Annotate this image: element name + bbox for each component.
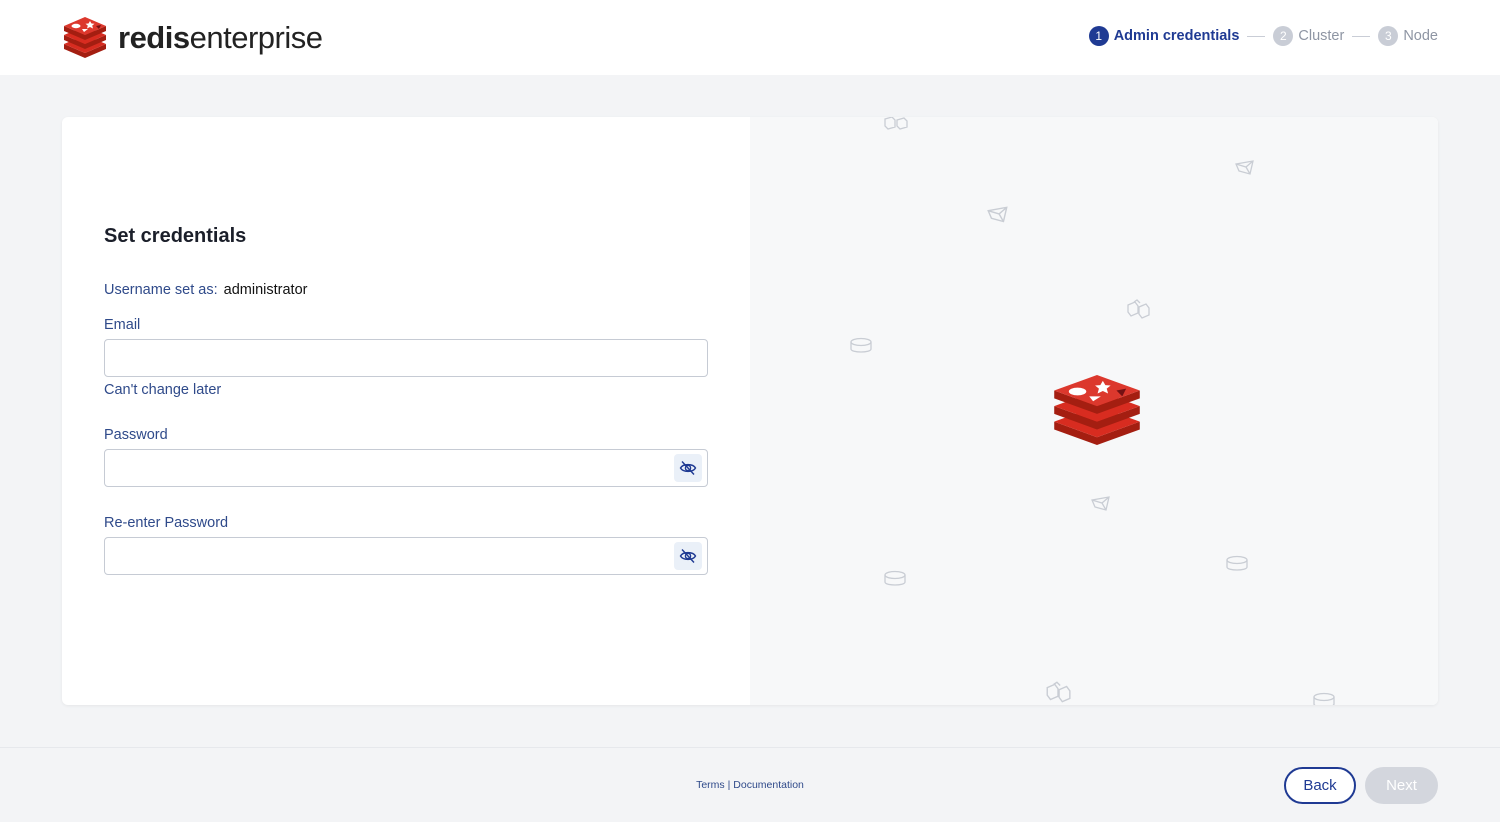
database-disk-icon bbox=[884, 570, 906, 586]
step-label: Cluster bbox=[1298, 28, 1345, 44]
reenter-password-label: Re-enter Password bbox=[104, 515, 229, 531]
redis-enterprise-logo: redisenterprise bbox=[62, 16, 323, 58]
username-value: administrator bbox=[223, 282, 308, 298]
step-node: 3 Node bbox=[1378, 26, 1438, 46]
top-header: redisenterprise 1 Admin credentials 2 Cl… bbox=[0, 0, 1500, 75]
scattered-blocks-icon bbox=[1127, 299, 1150, 319]
next-button[interactable]: Next bbox=[1365, 767, 1438, 804]
illustration-panel bbox=[750, 117, 1438, 705]
wedge-shape-icon bbox=[1091, 496, 1110, 511]
scattered-blocks-icon bbox=[884, 117, 908, 130]
scattered-blocks-icon bbox=[1046, 681, 1071, 703]
footer-links: Terms | Documentation bbox=[0, 779, 1500, 791]
database-disk-icon bbox=[850, 337, 872, 353]
wedge-shape-icon bbox=[1235, 160, 1254, 175]
step-cluster: 2 Cluster bbox=[1273, 26, 1344, 46]
username-label: Username set as: bbox=[104, 282, 218, 298]
setup-stepper: 1 Admin credentials 2 Cluster 3 Node bbox=[1088, 26, 1438, 46]
footer-separator: | bbox=[727, 779, 731, 791]
step-number: 2 bbox=[1273, 26, 1294, 46]
toggle-reenter-password-visibility-button[interactable] bbox=[674, 542, 702, 570]
brand-name-bold: redis bbox=[118, 19, 190, 55]
eye-slash-icon bbox=[679, 461, 697, 475]
password-field[interactable] bbox=[104, 449, 708, 487]
step-label: Admin credentials bbox=[1113, 28, 1240, 44]
step-number: 3 bbox=[1378, 26, 1399, 46]
step-label: Node bbox=[1403, 28, 1438, 44]
redis-cube-logo-icon bbox=[1054, 375, 1140, 445]
email-field-wrapper bbox=[104, 339, 708, 377]
footer-bar: Terms | Documentation Back Next bbox=[0, 747, 1500, 822]
step-number: 1 bbox=[1088, 26, 1109, 46]
credentials-card: Set credentials Username set as: adminis… bbox=[62, 117, 1438, 705]
page-title: Set credentials bbox=[104, 225, 247, 247]
step-admin-credentials: 1 Admin credentials bbox=[1088, 26, 1240, 46]
reenter-password-field[interactable] bbox=[104, 537, 708, 575]
brand-wordmark: redisenterprise bbox=[118, 19, 323, 55]
reenter-password-field-wrapper bbox=[104, 537, 708, 575]
credentials-form: Set credentials Username set as: adminis… bbox=[104, 225, 708, 575]
step-divider bbox=[1352, 35, 1371, 37]
terms-link[interactable]: Terms bbox=[696, 779, 725, 791]
email-label: Email bbox=[104, 317, 141, 333]
documentation-link[interactable]: Documentation bbox=[733, 779, 804, 791]
step-divider bbox=[1247, 35, 1266, 37]
brand-name-light: enterprise bbox=[189, 19, 323, 55]
toggle-password-visibility-button[interactable] bbox=[674, 454, 702, 482]
back-button[interactable]: Back bbox=[1284, 767, 1356, 804]
wedge-shape-icon bbox=[987, 206, 1008, 223]
redis-cube-logo-icon bbox=[64, 17, 106, 58]
password-label: Password bbox=[104, 427, 168, 443]
eye-slash-icon bbox=[679, 549, 697, 563]
email-field[interactable] bbox=[104, 339, 708, 377]
database-disk-icon bbox=[1226, 555, 1248, 571]
database-disk-icon bbox=[1313, 692, 1335, 705]
password-field-wrapper bbox=[104, 449, 708, 487]
username-row: Username set as: administrator bbox=[104, 282, 708, 298]
email-help-text: Can't change later bbox=[104, 382, 222, 398]
